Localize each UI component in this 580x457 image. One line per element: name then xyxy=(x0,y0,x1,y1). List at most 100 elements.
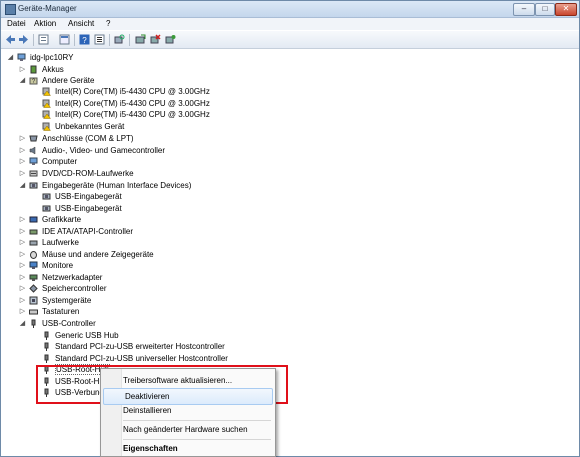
svg-text:?: ? xyxy=(82,36,87,45)
menu-item-label: Deinstallieren xyxy=(123,406,172,415)
tree-item-label: Speichercontroller xyxy=(42,284,107,293)
tree-item-label: USB-Eingabegerät xyxy=(55,204,122,213)
menu-ansicht[interactable]: Ansicht xyxy=(68,19,94,28)
menu-item-label: Eigenschaften xyxy=(123,444,178,453)
menu-item-uninstall[interactable]: Deinstallieren xyxy=(102,403,273,418)
tree-item-label: Akkus xyxy=(42,65,64,74)
tree-item-label: Unbekanntes Gerät xyxy=(55,122,125,131)
expand-arrow-icon[interactable]: ▷ xyxy=(19,158,26,165)
storage-controller-icon xyxy=(29,284,38,293)
properties-window-icon[interactable] xyxy=(59,34,70,45)
tree-item-label: Eingabegeräte (Human Interface Devices) xyxy=(42,181,192,190)
maximize-button[interactable]: □ xyxy=(535,3,555,16)
minimize-button[interactable]: – xyxy=(513,3,535,16)
hid-device-icon xyxy=(29,182,38,189)
hid-device-icon xyxy=(42,193,51,200)
usb-icon xyxy=(44,354,49,363)
tree-item-label: Intel(R) Core(TM) i5-4430 CPU @ 3.00GHz xyxy=(55,99,210,108)
disk-drive-icon xyxy=(29,240,38,246)
ide-controller-icon xyxy=(29,229,38,235)
menu-bar: Datei Aktion Ansicht ? xyxy=(1,18,579,30)
forward-arrow-icon[interactable] xyxy=(18,34,29,45)
collapse-arrow-icon[interactable]: ◢ xyxy=(19,77,26,84)
scan-hardware-icon[interactable] xyxy=(114,34,125,45)
expand-arrow-icon[interactable]: ▷ xyxy=(19,297,26,304)
hid-device-icon xyxy=(42,205,51,212)
device-manager-icon xyxy=(5,4,16,15)
menu-datei[interactable]: Datei xyxy=(7,19,26,28)
collapse-arrow-icon[interactable]: ◢ xyxy=(19,182,26,189)
tree-item-label: Intel(R) Core(TM) i5-4430 CPU @ 3.00GHz xyxy=(55,87,210,96)
unknown-device-icon: ? xyxy=(29,77,38,85)
tree-item-label: Standard PCI-zu-USB universeller Hostcon… xyxy=(55,354,228,363)
expand-arrow-icon[interactable]: ▷ xyxy=(19,228,26,235)
collapse-arrow-icon[interactable]: ◢ xyxy=(19,320,26,327)
title-bar[interactable]: Geräte-Manager – □ ✕ xyxy=(1,1,579,18)
system-device-icon xyxy=(29,296,38,305)
expand-arrow-icon[interactable]: ▷ xyxy=(19,262,26,269)
expand-arrow-icon[interactable]: ▷ xyxy=(19,135,26,142)
tree-view-icon[interactable] xyxy=(38,34,49,45)
expand-arrow-icon[interactable]: ▷ xyxy=(19,308,26,315)
computer-icon xyxy=(17,53,26,61)
window-title: Geräte-Manager xyxy=(18,4,77,13)
menu-aktion[interactable]: Aktion xyxy=(34,19,56,28)
tree-item-label: Grafikkarte xyxy=(42,215,82,224)
back-arrow-icon[interactable] xyxy=(5,34,16,45)
optical-drive-icon xyxy=(29,170,38,177)
close-button[interactable]: ✕ xyxy=(555,3,577,16)
tree-item-label: Tastaturen xyxy=(42,307,80,316)
expand-arrow-icon[interactable]: ▷ xyxy=(19,170,26,177)
battery-icon xyxy=(30,65,37,74)
usb-icon xyxy=(31,319,36,328)
update-driver-icon[interactable] xyxy=(135,34,146,45)
expand-arrow-icon[interactable]: ▷ xyxy=(19,285,26,292)
properties-icon[interactable] xyxy=(94,34,105,45)
menu-help[interactable]: ? xyxy=(106,19,110,28)
tree-item-label: Generic USB Hub xyxy=(55,331,119,340)
network-adapter-icon xyxy=(29,274,38,281)
expand-arrow-icon[interactable]: ▷ xyxy=(19,239,26,246)
enable-device-icon[interactable] xyxy=(165,34,176,45)
warning-device-icon xyxy=(42,87,51,96)
menu-item-properties[interactable]: Eigenschaften xyxy=(102,441,273,456)
usb-icon xyxy=(44,342,49,351)
help-icon[interactable]: ? xyxy=(79,34,90,45)
menu-item-label: Nach geänderter Hardware suchen xyxy=(123,425,248,434)
expand-arrow-icon[interactable]: ▷ xyxy=(19,251,26,258)
display-adapter-icon xyxy=(29,216,38,223)
warning-device-icon xyxy=(42,122,51,131)
expand-arrow-icon[interactable]: ▷ xyxy=(19,147,26,154)
device-manager-window: Geräte-Manager – □ ✕ Datei Aktion Ansich… xyxy=(0,0,580,457)
tree-item-label: Netzwerkadapter xyxy=(42,273,103,282)
menu-item-label: Treibersoftware aktualisieren... xyxy=(123,376,233,385)
collapse-arrow-icon[interactable]: ◢ xyxy=(7,54,14,61)
tree-item-label: Audio-, Video- und Gamecontroller xyxy=(42,146,166,155)
tree-item-label: Standard PCI-zu-USB erweiterter Hostcont… xyxy=(55,342,225,351)
tree-item-label: Intel(R) Core(TM) i5-4430 CPU @ 3.00GHz xyxy=(55,110,210,119)
tree-item-label: USB-Controller xyxy=(42,319,96,328)
usb-icon xyxy=(44,331,49,340)
expand-arrow-icon[interactable]: ▷ xyxy=(19,66,26,73)
context-menu: Treibersoftware aktualisieren... Deaktiv… xyxy=(100,368,276,457)
computer-icon xyxy=(29,157,38,165)
uninstall-icon[interactable] xyxy=(150,34,161,45)
menu-item-update-driver[interactable]: Treibersoftware aktualisieren... xyxy=(102,373,273,388)
warning-device-icon xyxy=(42,110,51,119)
tree-item-label: Laufwerke xyxy=(42,238,79,247)
monitor-icon xyxy=(29,261,38,269)
tree-item-label: DVD/CD-ROM-Laufwerke xyxy=(42,169,134,178)
tree-item-label: USB-Eingabegerät xyxy=(55,192,122,201)
keyboard-icon xyxy=(29,309,38,315)
mouse-icon xyxy=(30,251,37,259)
expand-arrow-icon[interactable]: ▷ xyxy=(19,216,26,223)
menu-item-label: Deaktivieren xyxy=(125,392,170,401)
warning-device-icon xyxy=(42,99,51,108)
menu-separator xyxy=(123,420,271,421)
expand-arrow-icon[interactable]: ▷ xyxy=(19,274,26,281)
tree-item-label: Andere Geräte xyxy=(42,76,95,85)
speaker-icon xyxy=(29,146,36,155)
menu-item-scan-hardware[interactable]: Nach geänderter Hardware suchen xyxy=(102,422,273,437)
menu-separator xyxy=(123,439,271,440)
tree-item-label: Systemgeräte xyxy=(42,296,92,305)
